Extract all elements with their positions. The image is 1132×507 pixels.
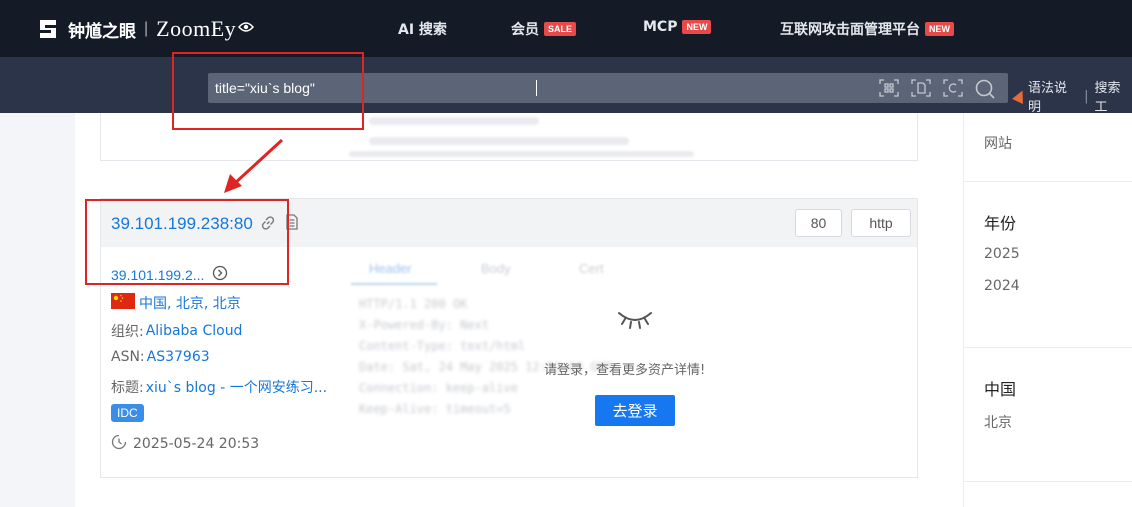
brand-name-cn: 钟馗之眼: [68, 21, 136, 42]
search-tools-label[interactable]: 搜索工: [1094, 77, 1132, 115]
filter-item-website[interactable]: 网站: [984, 133, 1012, 153]
file-upload-icon[interactable]: [910, 78, 932, 98]
blurred-header-line: X-Powered-By: Next: [359, 318, 490, 332]
location-row: 中国, 北京, 北京: [111, 293, 241, 313]
login-button[interactable]: 去登录: [595, 395, 675, 426]
clock-icon: [111, 434, 127, 454]
asn-value[interactable]: AS37963: [147, 349, 210, 365]
filter-item-year[interactable]: 2025: [984, 246, 1020, 262]
filter-item-city[interactable]: 北京: [984, 412, 1012, 432]
divider: [964, 481, 1132, 482]
blurred-text: [349, 151, 694, 157]
asn-row: ASN: AS37963: [111, 349, 210, 365]
annotation-box-result: [85, 199, 289, 285]
nav-attack-surface[interactable]: 互联网攻击面管理平台 NEW: [780, 19, 954, 39]
annotation-box-search: [172, 52, 364, 130]
filter-item-year[interactable]: 2024: [984, 278, 1020, 294]
text-caret: [536, 80, 537, 96]
blurred-text: [369, 137, 629, 145]
filter-title-year: 年份: [984, 214, 1017, 233]
idc-tag[interactable]: IDC: [111, 404, 144, 422]
detail-tabs: Header Body Cert: [351, 255, 911, 285]
nav-label: AI 搜索: [398, 22, 447, 38]
location[interactable]: 中国, 北京, 北京: [139, 293, 241, 313]
filter-title-country: 中国: [984, 380, 1017, 399]
cert-search-icon[interactable]: [942, 78, 964, 98]
divider: [964, 347, 1132, 348]
china-flag-icon: [111, 293, 135, 313]
logo-icon: [36, 17, 60, 41]
tab-body[interactable]: Body: [481, 261, 511, 276]
divider: [964, 181, 1132, 182]
logo[interactable]: 钟馗之眼 | ZoomEy: [36, 16, 255, 42]
syntax-help-link[interactable]: 语法说明 | 搜索工: [1012, 77, 1132, 115]
annotation-arrow-icon: [224, 138, 284, 193]
brand-name-en: ZoomEy: [156, 16, 237, 41]
left-margin: [0, 113, 75, 507]
blurred-text: [369, 117, 539, 125]
blurred-header-line: Connection: keep-alive: [359, 381, 518, 395]
scan-icon[interactable]: [878, 78, 900, 98]
nav-membership[interactable]: 会员 SALE: [511, 19, 577, 39]
nav-ai-search[interactable]: AI 搜索: [398, 19, 447, 39]
title-label: 标题:: [111, 380, 144, 396]
separator: |: [1084, 88, 1089, 104]
syntax-icon: [1012, 88, 1028, 104]
tab-indicator: [351, 283, 437, 285]
sale-badge: SALE: [544, 22, 577, 36]
title-row: 标题: xiu`s blog - 一个网安练习...: [111, 377, 327, 397]
blurred-header-line: Content-Type: text/html: [359, 339, 526, 353]
filter-sidebar: 网站 年份 2025 2024 中国 北京: [963, 113, 1132, 507]
port-tag[interactable]: 80: [795, 209, 842, 237]
nav-mcp[interactable]: MCP NEW: [643, 19, 712, 35]
nav-label: 互联网攻击面管理平台: [780, 22, 920, 38]
protocol-tag[interactable]: http: [851, 209, 911, 237]
search-icon[interactable]: [974, 78, 996, 99]
new-badge: NEW: [682, 20, 712, 34]
login-prompt: 请登录，查看更多资产详情!: [544, 363, 706, 378]
nav-label: 会员: [511, 22, 539, 38]
new-badge: NEW: [925, 22, 954, 36]
asn-label: ASN:: [111, 349, 145, 365]
time-row: 2025-05-24 20:53: [111, 434, 259, 454]
closed-eye-icon: [615, 309, 655, 336]
syntax-label: 语法说明: [1028, 81, 1068, 115]
org-row: 组织: Alibaba Cloud: [111, 321, 242, 341]
blurred-header-line: HTTP/1.1 200 OK: [359, 297, 468, 311]
timestamp: 2025-05-24 20:53: [133, 436, 260, 452]
eye-icon: [238, 20, 255, 38]
org-value[interactable]: Alibaba Cloud: [146, 323, 243, 339]
org-label: 组织:: [111, 324, 144, 340]
tab-header[interactable]: Header: [369, 261, 412, 276]
nav-label: MCP: [643, 19, 678, 35]
search-bar: 语法说明 | 搜索工: [0, 57, 1132, 115]
tab-cert[interactable]: Cert: [579, 261, 604, 276]
blurred-header-line: Keep-Alive: timeout=5: [359, 402, 511, 416]
top-nav: 钟馗之眼 | ZoomEy AI 搜索 会员 SALE MCP NEW 互联网攻…: [0, 0, 1132, 57]
brand-separator: |: [144, 20, 149, 37]
title-value[interactable]: xiu`s blog - 一个网安练习...: [146, 377, 327, 397]
